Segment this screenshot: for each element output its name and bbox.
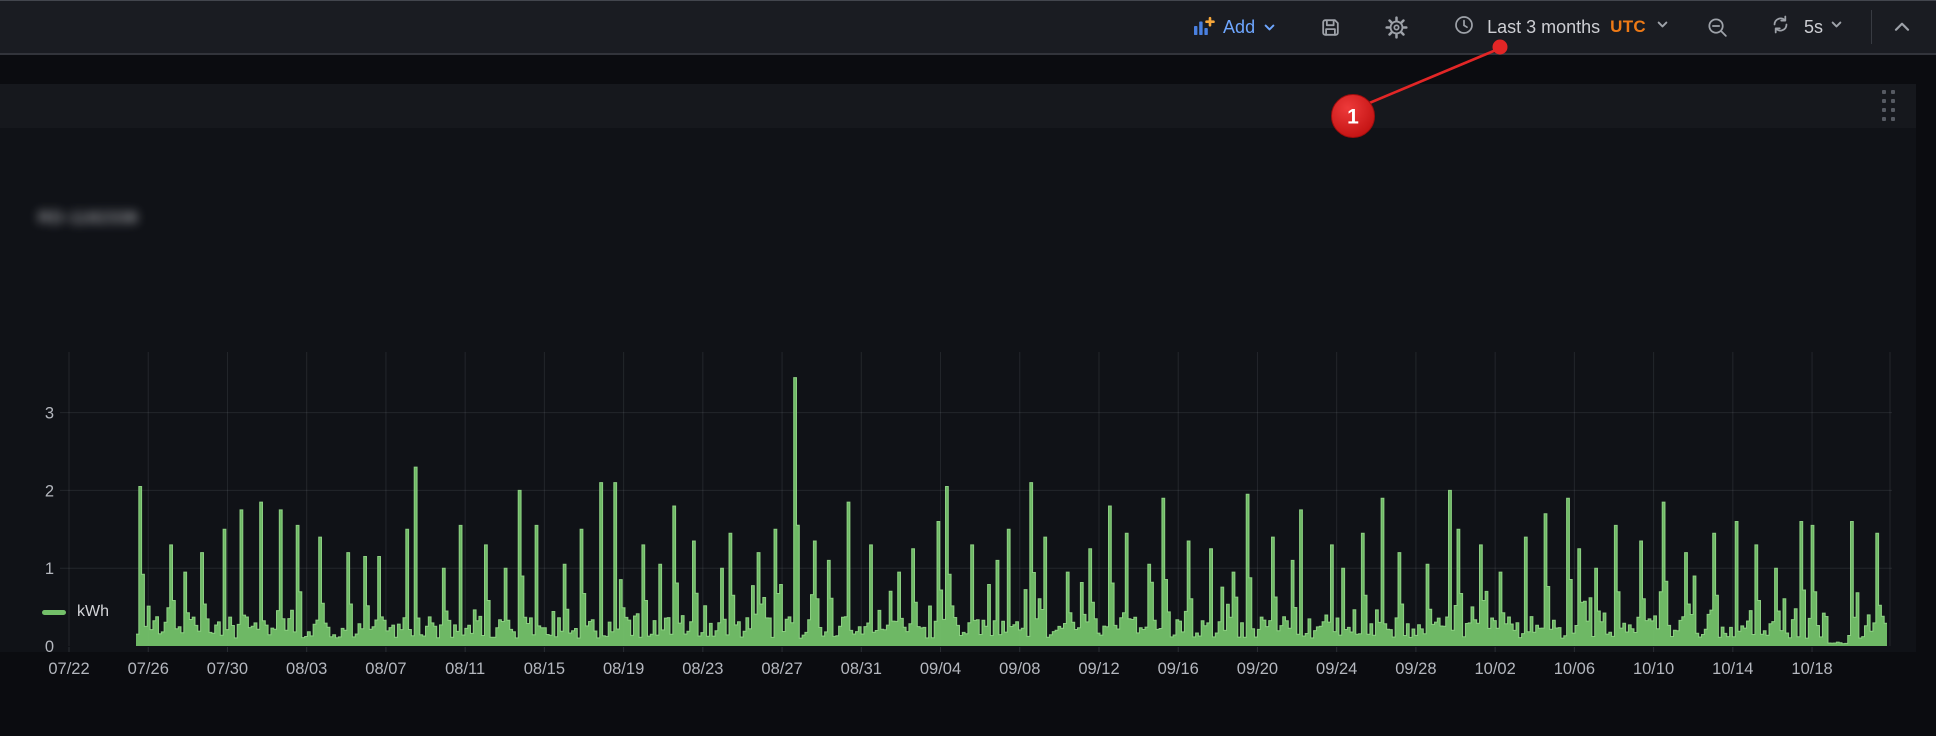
chevron-down-icon [1829,17,1844,37]
svg-text:08/11: 08/11 [445,660,485,678]
save-dashboard-button[interactable] [1319,16,1342,39]
svg-text:2: 2 [45,482,54,500]
svg-text:07/30: 07/30 [207,660,248,678]
time-range-picker[interactable]: Last 3 months UTC [1453,14,1670,41]
timeseries-panel: RD-1182338 07/2207/2607/3008/0308/0708/1… [0,84,1916,652]
add-button-label: Add [1223,17,1255,38]
svg-text:09/04: 09/04 [920,660,961,678]
legend-series-label: kWh [77,603,109,621]
svg-text:08/31: 08/31 [841,660,882,678]
svg-text:09/08: 09/08 [999,660,1040,678]
time-series-chart: 07/22 07/26 07/30 08/03 08/07 08/11 08/15 08/19… [0,84,1936,736]
dashboard-toolbar: Add [0,0,1936,55]
time-range-label: Last 3 months [1487,17,1600,38]
svg-text:07/22: 07/22 [48,660,89,678]
toolbar-divider [1871,10,1872,44]
svg-text:09/24: 09/24 [1316,660,1357,678]
svg-text:09/16: 09/16 [1158,660,1199,678]
svg-text:10/06: 10/06 [1554,660,1595,678]
svg-text:08/19: 08/19 [603,660,644,678]
svg-text:1: 1 [45,560,54,578]
add-button[interactable]: Add [1191,15,1277,39]
svg-text:08/07: 08/07 [365,660,406,678]
chevron-down-icon [1262,20,1277,35]
save-icon [1319,16,1342,39]
svg-text:3: 3 [45,405,54,423]
refresh-interval-label: 5s [1804,17,1823,38]
chevron-down-icon [1655,17,1670,37]
zoom-out-icon [1706,16,1729,39]
caret-up-icon [1890,15,1914,39]
legend-item-kwh[interactable]: kWh [42,603,109,621]
toolbar-actions: Add [1191,1,1914,53]
collapse-toolbar-button[interactable] [1890,15,1914,39]
svg-text:08/27: 08/27 [761,660,802,678]
svg-text:09/12: 09/12 [1078,660,1119,678]
svg-text:07/26: 07/26 [128,660,169,678]
zoom-out-button[interactable] [1706,16,1729,39]
svg-text:10/14: 10/14 [1712,660,1753,678]
svg-text:10/18: 10/18 [1791,660,1832,678]
timezone-label: UTC [1610,17,1646,37]
svg-text:08/15: 08/15 [524,660,565,678]
svg-text:09/20: 09/20 [1237,660,1278,678]
svg-text:10/02: 10/02 [1474,660,1515,678]
legend-series-swatch [42,610,66,615]
svg-text:10/10: 10/10 [1633,660,1674,678]
bar-chart-plus-icon [1191,15,1215,39]
refresh-icon [1769,13,1792,41]
gear-icon [1385,16,1408,39]
svg-text:08/23: 08/23 [682,660,723,678]
refresh-picker[interactable]: 5s [1769,13,1844,41]
clock-icon [1453,14,1475,41]
svg-text:09/28: 09/28 [1395,660,1436,678]
svg-text:0: 0 [45,638,54,656]
grafana-dashboard: Add [0,0,1936,652]
svg-text:08/03: 08/03 [286,660,327,678]
dashboard-settings-button[interactable] [1385,16,1408,39]
